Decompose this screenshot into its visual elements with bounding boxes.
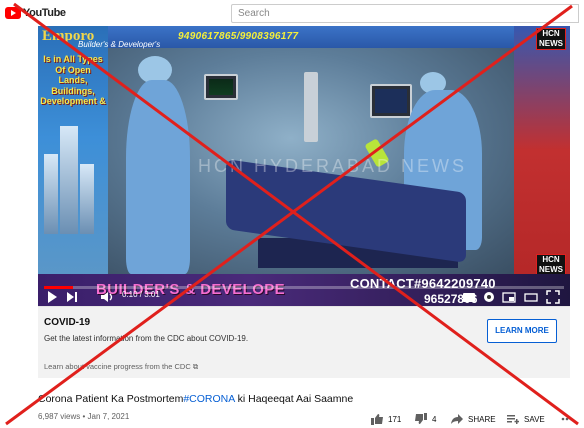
captions-icon[interactable] xyxy=(462,290,476,304)
learn-more-button[interactable]: LEARN MORE xyxy=(487,319,557,343)
building-graphic xyxy=(60,126,78,234)
nurse-left xyxy=(126,80,190,274)
next-icon[interactable] xyxy=(66,290,78,304)
top-bar: YouTube Search xyxy=(0,0,584,26)
video-title: Corona Patient Ka Postmortem#CORONA ki H… xyxy=(38,393,353,405)
more-horizontal-icon xyxy=(561,417,573,421)
more-actions-button[interactable] xyxy=(560,412,574,426)
info-panel-body: Get the latest information from the CDC … xyxy=(44,334,249,343)
vaccine-progress-link[interactable]: Learn about vaccine progress from the CD… xyxy=(44,362,198,372)
youtube-logo[interactable]: YouTube xyxy=(5,5,66,21)
dislike-button[interactable]: 4 xyxy=(414,412,436,426)
views-and-date: 6,987 views • Jan 7, 2021 xyxy=(38,412,130,421)
info-panel-title: COVID-19 xyxy=(44,317,91,328)
time-display: 0:10 / 3:01 xyxy=(122,290,160,299)
volume-icon[interactable] xyxy=(100,290,114,304)
video-title-text: Corona Patient Ka Postmortem xyxy=(38,393,184,405)
miniplayer-icon[interactable] xyxy=(502,290,516,304)
save-button[interactable]: SAVE xyxy=(506,412,545,426)
ad-left-text: Is in All Types Of Open Lands, Buildings… xyxy=(40,54,106,106)
iv-pole xyxy=(304,72,318,142)
video-title-text-end: ki Haqeeqat Aai Saamne xyxy=(234,393,354,405)
covid-info-panel: COVID-19 Get the latest information from… xyxy=(38,306,570,378)
building-graphic xyxy=(44,154,58,234)
share-icon xyxy=(451,414,463,424)
youtube-wordmark: YouTube xyxy=(23,7,66,19)
ad-top-strip xyxy=(108,26,538,48)
ad-brand-subtitle: Builder's & Developer's xyxy=(78,40,161,49)
ad-right-strip: HCN NEWS HCN NEWS xyxy=(514,26,570,276)
video-frame: Emporo Builder's & Developer's Is in All… xyxy=(38,26,570,306)
like-button[interactable]: 171 xyxy=(370,412,401,426)
youtube-play-icon xyxy=(5,7,21,19)
thumbs-up-icon xyxy=(371,414,383,425)
thumbs-down-icon xyxy=(415,413,427,424)
ad-phone-numbers: 9490617865/9908396177 xyxy=(178,31,299,42)
share-label: SHARE xyxy=(468,414,496,424)
channel-logo: HCN NEWS xyxy=(536,28,566,50)
save-label: SAVE xyxy=(524,414,545,424)
player-controls xyxy=(38,288,570,306)
hashtag-link[interactable]: #CORONA xyxy=(183,393,234,405)
channel-watermark: HCN HYDERABAD NEWS xyxy=(198,156,468,176)
video-player[interactable]: Emporo Builder's & Developer's Is in All… xyxy=(38,26,570,306)
play-icon[interactable] xyxy=(46,290,58,304)
share-button[interactable]: SHARE xyxy=(450,412,496,426)
building-graphic xyxy=(80,164,94,234)
search-input[interactable]: Search xyxy=(231,4,579,23)
channel-logo: HCN NEWS xyxy=(536,254,566,276)
playlist-add-icon xyxy=(507,415,519,424)
like-count: 171 xyxy=(388,414,402,424)
fullscreen-icon[interactable] xyxy=(546,290,560,304)
medical-monitor xyxy=(204,74,238,100)
dislike-count: 4 xyxy=(432,414,437,424)
theater-mode-icon[interactable] xyxy=(524,290,538,304)
medical-monitor xyxy=(370,84,412,118)
settings-gear-icon[interactable] xyxy=(482,290,496,304)
ad-left-panel: Emporo Builder's & Developer's Is in All… xyxy=(38,26,160,274)
